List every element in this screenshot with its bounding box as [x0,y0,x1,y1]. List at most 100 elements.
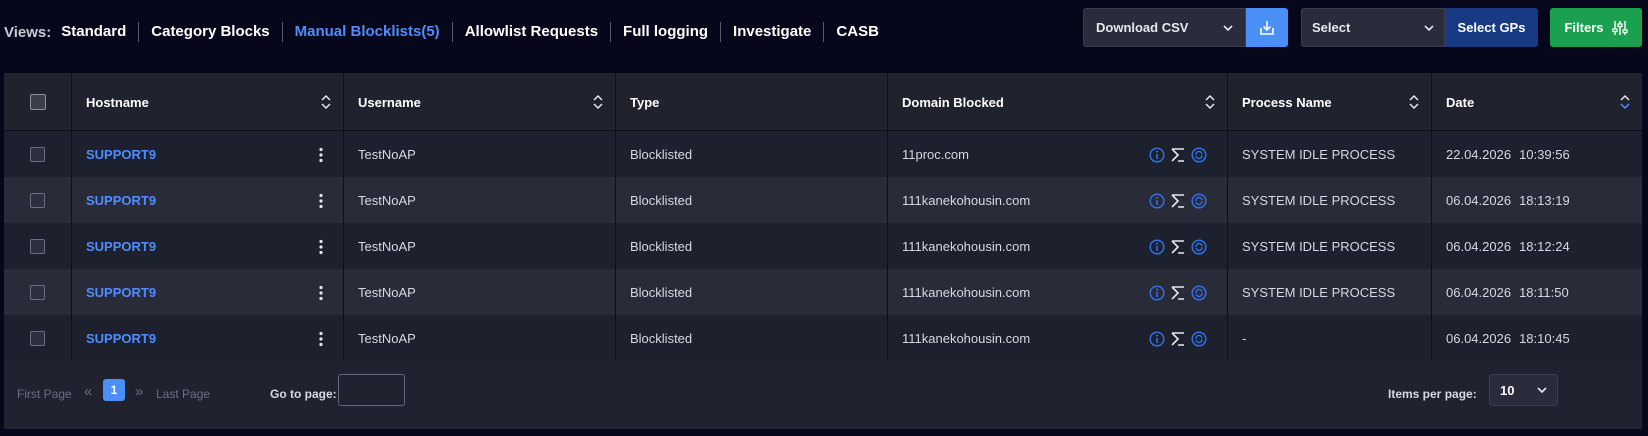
info-icon[interactable] [1149,284,1165,301]
sliders-icon [1611,20,1628,35]
sort-icon[interactable] [593,94,603,110]
row-checkbox[interactable] [30,285,45,300]
table-row[interactable]: SUPPORT9 TestNoAP Blocklisted 111kanekohous… [4,223,1642,270]
time-value: 18:10:45 [1519,331,1570,346]
hostname-link[interactable]: SUPPORT9 [86,239,156,254]
terminal-icon[interactable] [1170,331,1186,347]
double-chevron-left-icon[interactable]: « [84,383,92,400]
column-header-process-name[interactable]: Process Name [1228,73,1432,131]
date-cell: 06.04.2026 18:12:24 [1432,223,1642,270]
items-per-page-value: 10 [1500,382,1515,398]
download-button[interactable] [1246,8,1288,47]
info-icon[interactable] [1149,192,1165,209]
info-icon[interactable] [1149,146,1165,163]
row-checkbox[interactable] [30,193,45,208]
kebab-menu-icon[interactable] [319,331,323,347]
row-select-cell [4,269,72,316]
sort-icon[interactable] [321,94,331,110]
domain-cell: 111kanekohousin.com [888,177,1228,224]
tab-category-blocks[interactable]: Category Blocks [139,22,283,42]
tab-investigate[interactable]: Investigate [721,22,825,42]
top-bar: Views: Standard Category Blocks Manual B… [0,0,1648,70]
tab-full-logging[interactable]: Full logging [611,22,722,42]
sort-icon[interactable] [1409,94,1419,110]
kebab-menu-icon[interactable] [319,193,323,209]
row-checkbox[interactable] [30,147,45,162]
terminal-icon[interactable] [1170,147,1186,163]
row-select-cell [4,131,72,178]
row-checkbox[interactable] [30,331,45,346]
tab-standard[interactable]: Standard [61,22,140,42]
domain-actions [1149,284,1207,301]
hostname-link[interactable]: SUPPORT9 [86,331,156,346]
domain-cell: 111kanekohousin.com [888,269,1228,316]
tab-casb[interactable]: CASB [824,22,891,42]
type-cell: Blocklisted [616,131,888,178]
blocklist-table: Hostname Username Type Domain Blocked Pr… [4,73,1642,429]
tab-manual-blocklists[interactable]: Manual Blocklists(5) [283,22,453,42]
header-select-all-cell [4,73,72,131]
date-value: 06.04.2026 [1446,193,1512,208]
filters-label: Filters [1564,20,1604,35]
hostname-link[interactable]: SUPPORT9 [86,147,156,162]
refresh-icon[interactable] [1191,146,1207,163]
date-cell: 06.04.2026 18:13:19 [1432,177,1642,224]
table-row[interactable]: SUPPORT9 TestNoAP Blocklisted 111kanekohous… [4,315,1642,362]
domain-cell: 111kanekohousin.com [888,223,1228,270]
username-cell: TestNoAP [344,315,616,362]
table-row[interactable]: SUPPORT9 TestNoAP Blocklisted 111kanekohous… [4,177,1642,224]
info-icon[interactable] [1149,238,1165,255]
items-per-page-select[interactable]: 10 [1489,374,1558,406]
column-header-label: Date [1446,94,1475,110]
domain-actions [1149,192,1207,209]
sort-icon[interactable] [1620,94,1630,110]
process-cell: SYSTEM IDLE PROCESS [1228,223,1432,270]
table-row[interactable]: SUPPORT9 TestNoAP Blocklisted 111kanekohous… [4,269,1642,316]
process-cell: SYSTEM IDLE PROCESS [1228,269,1432,316]
column-header-domain-blocked[interactable]: Domain Blocked [888,73,1228,131]
select-gps-button[interactable]: Select GPs [1445,8,1538,47]
date-cell: 06.04.2026 18:10:45 [1432,315,1642,362]
terminal-icon[interactable] [1170,239,1186,255]
terminal-icon[interactable] [1170,193,1186,209]
date-value: 06.04.2026 [1446,331,1512,346]
refresh-icon[interactable] [1191,330,1207,347]
double-chevron-right-icon[interactable]: » [135,383,143,400]
select-all-checkbox[interactable] [29,94,46,110]
hostname-cell: SUPPORT9 [72,315,344,362]
domain-cell: 111kanekohousin.com [888,315,1228,362]
table-row[interactable]: SUPPORT9 TestNoAP Blocklisted 11proc.com SYS… [4,131,1642,178]
domain-actions [1149,330,1207,347]
column-header-hostname[interactable]: Hostname [72,73,344,131]
column-header-label: Domain Blocked [902,94,1004,110]
refresh-icon[interactable] [1191,192,1207,209]
column-header-date[interactable]: Date [1432,73,1642,131]
hostname-link[interactable]: SUPPORT9 [86,193,156,208]
tab-allowlist-requests[interactable]: Allowlist Requests [453,22,612,42]
kebab-menu-icon[interactable] [319,147,323,163]
sort-icon[interactable] [1205,94,1215,110]
last-page-link[interactable]: Last Page [156,387,210,401]
domain-cell: 11proc.com [888,131,1228,178]
current-page-button[interactable]: 1 [103,379,125,401]
terminal-icon[interactable] [1170,285,1186,301]
filters-button[interactable]: Filters [1550,8,1642,47]
hostname-cell: SUPPORT9 [72,131,344,178]
info-icon[interactable] [1149,330,1165,347]
first-page-link[interactable]: First Page [17,387,72,401]
kebab-menu-icon[interactable] [319,239,323,255]
kebab-menu-icon[interactable] [319,285,323,301]
gp-select-value: Select [1312,20,1351,35]
hostname-link[interactable]: SUPPORT9 [86,285,156,300]
domain-text: 111kanekohousin.com [902,285,1031,300]
row-checkbox[interactable] [30,239,45,254]
gp-select[interactable]: Select [1301,8,1445,47]
refresh-icon[interactable] [1191,284,1207,301]
time-value: 18:11:50 [1519,285,1569,300]
download-format-select[interactable]: Download CSV [1083,8,1246,47]
goto-page-input[interactable] [338,374,405,406]
date-cell: 06.04.2026 18:11:50 [1432,269,1642,316]
column-header-username[interactable]: Username [344,73,616,131]
username-cell: TestNoAP [344,177,616,224]
refresh-icon[interactable] [1191,238,1207,255]
